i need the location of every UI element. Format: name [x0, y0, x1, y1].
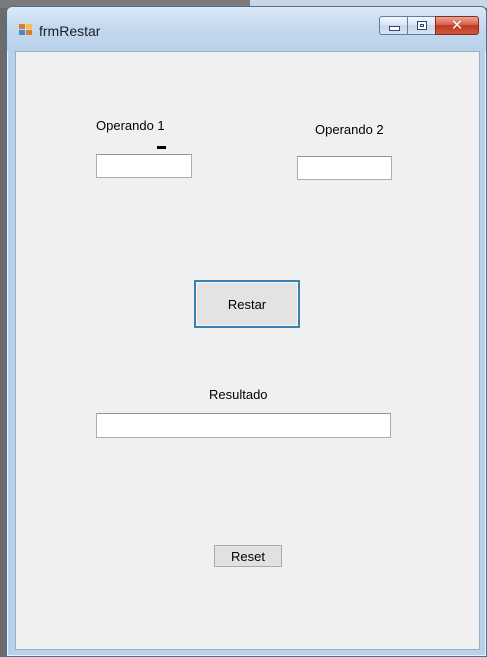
- close-button[interactable]: ✕: [435, 16, 479, 35]
- window-title: frmRestar: [39, 23, 101, 39]
- reset-button[interactable]: Reset: [214, 545, 282, 567]
- operando2-input[interactable]: [297, 156, 392, 180]
- caption-buttons: ✕: [379, 16, 479, 36]
- close-icon: ✕: [450, 16, 464, 34]
- operando1-label: Operando 1: [96, 118, 165, 133]
- app-window: frmRestar ✕ Operando 1 Operando 2 Restar…: [6, 6, 487, 657]
- resultado-label: Resultado: [209, 387, 268, 402]
- minimize-button[interactable]: [379, 16, 407, 35]
- minus-operator: [157, 146, 166, 149]
- minimize-icon: [389, 26, 400, 31]
- resultado-output[interactable]: [96, 413, 391, 438]
- restar-button[interactable]: Restar: [194, 280, 300, 328]
- winforms-app-icon: [19, 24, 32, 35]
- form-client-area: Operando 1 Operando 2 Restar Resultado R…: [15, 51, 480, 650]
- maximize-icon: [417, 21, 427, 30]
- maximize-button[interactable]: [407, 16, 435, 35]
- operando1-input[interactable]: [96, 154, 192, 178]
- title-bar[interactable]: frmRestar ✕: [7, 7, 486, 51]
- operando2-label: Operando 2: [315, 122, 384, 137]
